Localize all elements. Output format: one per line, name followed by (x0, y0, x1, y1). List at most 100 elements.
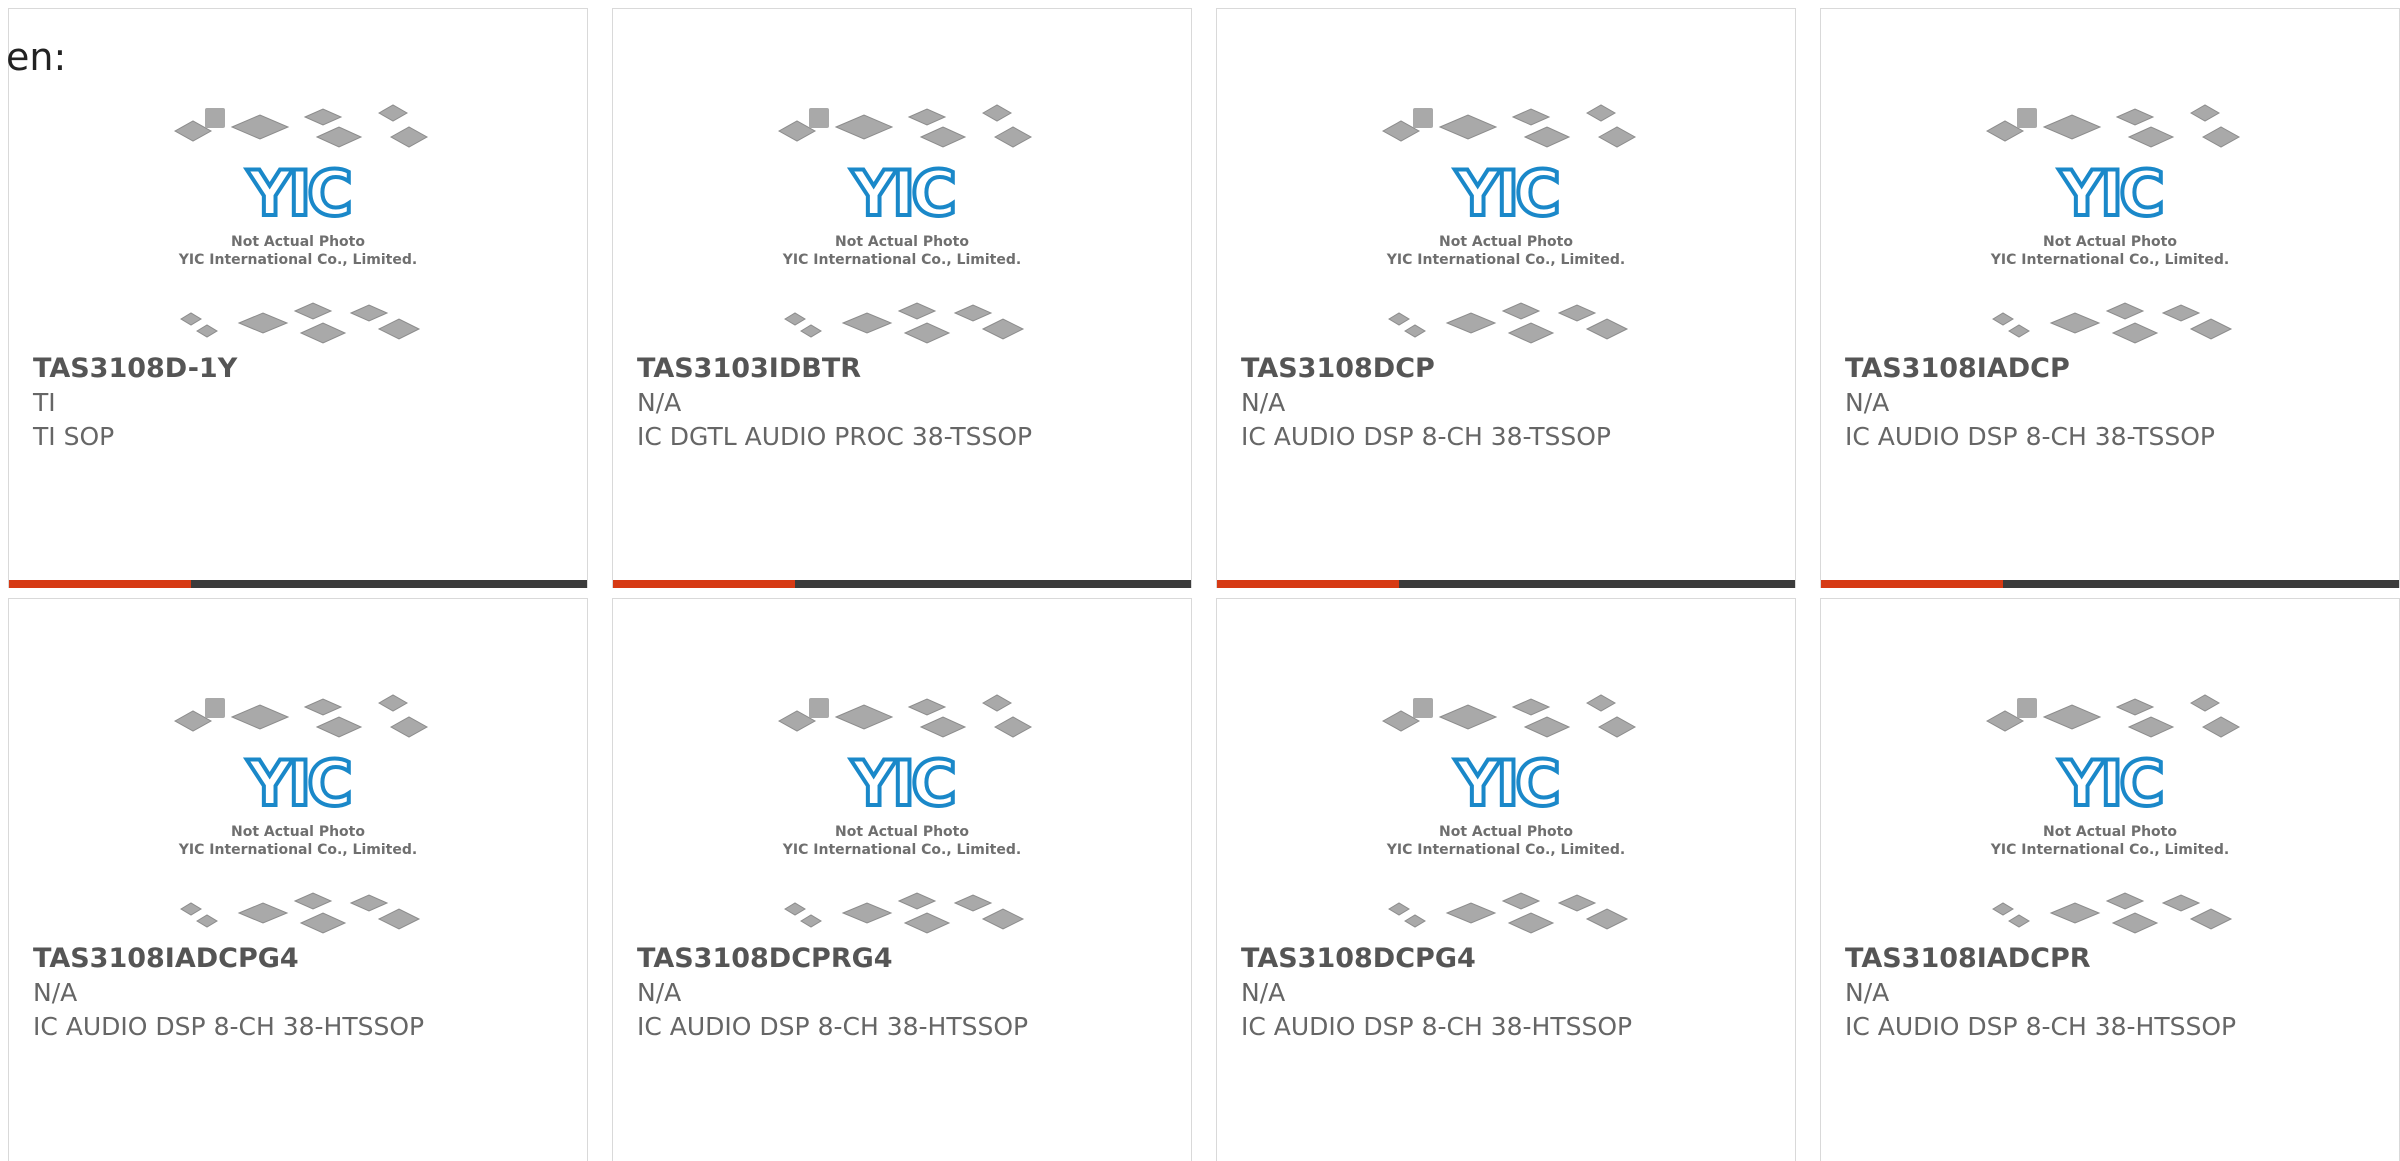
chip-shape-icon (1597, 716, 1637, 738)
chip-shape-icon (1585, 318, 1629, 340)
chip-shape-icon (981, 908, 1025, 930)
part-number[interactable]: TAS3108DCP (1241, 352, 1779, 386)
chip-shape-icon (205, 698, 225, 718)
chip-shape-icon (907, 108, 947, 126)
manufacturer: N/A (637, 388, 682, 417)
chip-shape-icon (1404, 324, 1426, 338)
card-bottom-bar (9, 580, 587, 588)
chip-shape-icon (1992, 312, 2014, 326)
product-photo-placeholder: YIC Not Actual Photo YIC International Co.… (1217, 683, 1795, 941)
chip-shape-icon (784, 312, 806, 326)
product-description: IC AUDIO DSP 8-CH 38-HTSSOP (1845, 1012, 2237, 1041)
chip-shape-icon (2115, 108, 2155, 126)
chip-shape-icon (809, 108, 829, 128)
chip-shape-icon (2017, 108, 2037, 128)
card-bottom-bar (613, 580, 1191, 588)
chip-shape-icon (2189, 694, 2221, 712)
chip-shape-icon (2008, 914, 2030, 928)
photo-caption-line2: YIC International Co., Limited. (782, 252, 1021, 268)
part-number[interactable]: TAS3108DCPG4 (1241, 942, 1779, 976)
chip-shape-icon (2127, 126, 2175, 148)
product-card[interactable]: YIC Not Actual Photo YIC International Co.… (612, 598, 1192, 1161)
part-number[interactable]: TAS3108D-1Y (33, 352, 571, 386)
chip-shape-icon (1507, 912, 1555, 934)
chip-shape-icon (303, 108, 343, 126)
photo-caption-line2: YIC International Co., Limited. (1386, 842, 1625, 858)
chip-shape-icon (800, 914, 822, 928)
chip-shape-icon (1445, 902, 1497, 924)
photo-caption-line1: Not Actual Photo (2043, 234, 2177, 250)
product-card[interactable]: YIC Not Actual Photo YIC International Co.… (1820, 598, 2400, 1161)
chip-collage-graphic: YIC Not Actual Photo YIC International Co.… (1985, 694, 2241, 934)
product-description: IC AUDIO DSP 8-CH 38-HTSSOP (1241, 1012, 1633, 1041)
part-number[interactable]: TAS3108IADCPG4 (33, 942, 571, 976)
chip-shape-icon (349, 894, 389, 912)
chip-shape-icon (2201, 126, 2241, 148)
chip-shape-icon (2017, 698, 2037, 718)
chip-collage-graphic: YIC Not Actual Photo YIC International Co.… (777, 694, 1033, 934)
chip-shape-icon (2042, 704, 2102, 730)
product-photo-placeholder: YIC Not Actual Photo YIC International Co.… (9, 683, 587, 941)
chip-shape-icon (1501, 892, 1541, 910)
product-description: IC AUDIO DSP 8-CH 38-HTSSOP (33, 1012, 425, 1041)
chip-shape-icon (1507, 322, 1555, 344)
part-number[interactable]: TAS3108DCPRG4 (637, 942, 1175, 976)
product-card[interactable]: YIC Not Actual Photo YIC International Co.… (8, 598, 588, 1161)
chip-shape-icon (377, 694, 409, 712)
chip-shape-icon (2049, 312, 2101, 334)
manufacturer: N/A (1845, 978, 1890, 1007)
chip-shape-icon (377, 104, 409, 122)
chip-shape-icon (1445, 312, 1497, 334)
chip-shape-icon (834, 704, 894, 730)
chip-shape-icon (2111, 912, 2159, 934)
part-number[interactable]: TAS3108IADCPR (1845, 942, 2383, 976)
photo-caption-line2: YIC International Co., Limited. (782, 842, 1021, 858)
chip-shape-icon (230, 114, 290, 140)
chip-shape-icon (834, 114, 894, 140)
photo-caption-line1: Not Actual Photo (231, 234, 365, 250)
product-grid-page: en: YIC Not Actual Photo YIC International… (0, 0, 2400, 1161)
photo-caption-line2: YIC International Co., Limited. (178, 842, 417, 858)
product-card[interactable]: YIC Not Actual Photo YIC International Co.… (1216, 598, 1796, 1161)
yic-logo: YIC (2058, 747, 2161, 820)
yic-logo: YIC (1454, 747, 1557, 820)
chip-shape-icon (237, 902, 289, 924)
part-number[interactable]: TAS3103IDBTR (637, 352, 1175, 386)
product-description: IC AUDIO DSP 8-CH 38-TSSOP (1845, 422, 2215, 451)
chip-shape-icon (1992, 902, 2014, 916)
language-label: en: (6, 35, 67, 79)
chip-shape-icon (389, 126, 429, 148)
chip-shape-icon (1388, 312, 1410, 326)
yic-logo: YIC (246, 747, 349, 820)
chip-shape-icon (953, 894, 993, 912)
yic-logo: YIC (850, 157, 953, 230)
part-number[interactable]: TAS3108IADCP (1845, 352, 2383, 386)
product-photo-placeholder: YIC Not Actual Photo YIC International Co.… (1821, 683, 2399, 941)
chip-collage-graphic: YIC Not Actual Photo YIC International Co.… (1985, 104, 2241, 344)
product-description: TI SOP (33, 422, 115, 451)
photo-caption-line2: YIC International Co., Limited. (178, 252, 417, 268)
photo-caption-line2: YIC International Co., Limited. (1386, 252, 1625, 268)
product-card[interactable]: YIC Not Actual Photo YIC International Co.… (612, 8, 1192, 588)
photo-caption-line1: Not Actual Photo (835, 234, 969, 250)
photo-caption-line1: Not Actual Photo (231, 824, 365, 840)
photo-caption-line2: YIC International Co., Limited. (1990, 842, 2229, 858)
manufacturer: N/A (1845, 388, 1890, 417)
chip-shape-icon (2049, 902, 2101, 924)
chip-shape-icon (981, 318, 1025, 340)
product-card[interactable]: YIC Not Actual Photo YIC International Co.… (1820, 8, 2400, 588)
product-card[interactable]: YIC Not Actual Photo YIC International Co.… (1216, 8, 1796, 588)
card-accent-bar (1821, 580, 2003, 588)
yic-logo: YIC (1454, 157, 1557, 230)
chip-shape-icon (1438, 114, 1498, 140)
chip-shape-icon (953, 304, 993, 322)
chip-shape-icon (981, 104, 1013, 122)
chip-shape-icon (1511, 108, 1551, 126)
chip-shape-icon (981, 694, 1013, 712)
card-bottom-bar (1821, 580, 2399, 588)
chip-shape-icon (299, 322, 347, 344)
chip-shape-icon (841, 902, 893, 924)
chip-collage-graphic: YIC Not Actual Photo YIC International Co.… (1381, 104, 1637, 344)
product-card[interactable]: YIC Not Actual Photo YIC International Co.… (8, 8, 588, 588)
chip-shape-icon (196, 324, 218, 338)
